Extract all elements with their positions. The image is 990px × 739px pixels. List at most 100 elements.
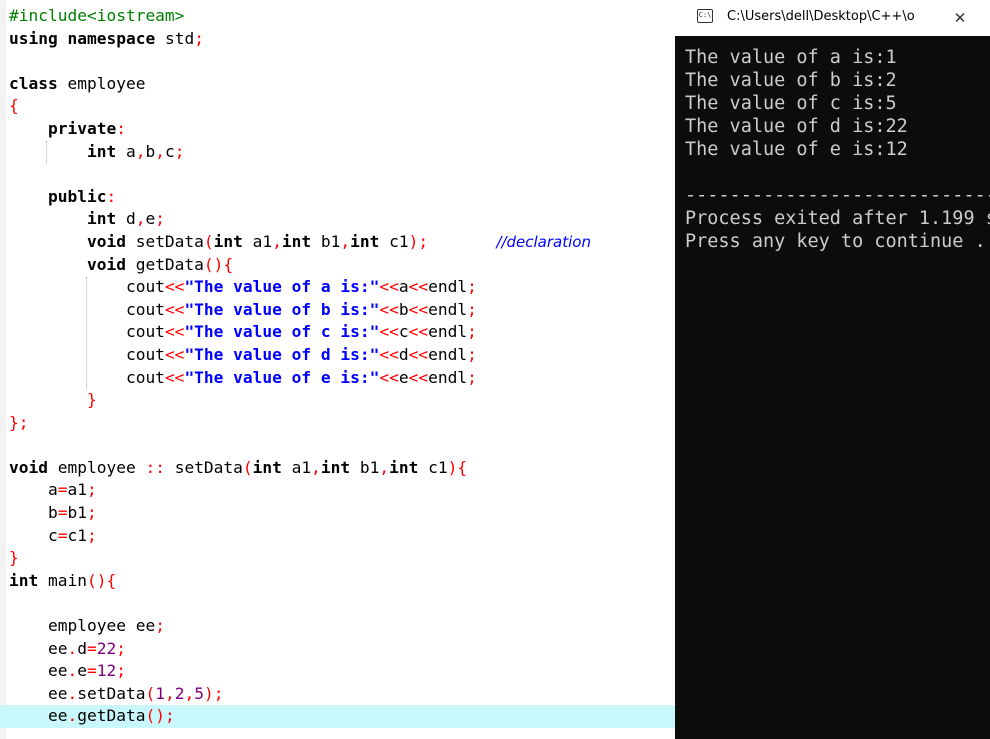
console-line: The value of c is:5: [685, 93, 897, 114]
code-line[interactable]: void employee :: setData(int a1,int b1,i…: [9, 457, 675, 480]
close-button[interactable]: ✕: [947, 5, 973, 31]
code-line[interactable]: c=c1;: [9, 525, 675, 548]
code-line[interactable]: [9, 592, 675, 615]
code-line[interactable]: a=a1;: [9, 479, 675, 502]
code-line[interactable]: [9, 163, 675, 186]
code-line[interactable]: cout<<"The value of d is:"<<d<<endl;: [9, 344, 675, 367]
code-token: .: [67, 706, 78, 726]
code-line[interactable]: private:: [9, 118, 675, 141]
code-token: a1: [242, 231, 273, 251]
code-line[interactable]: void getData(){: [9, 254, 675, 277]
code-line[interactable]: ee.getData();: [0, 705, 675, 728]
code-token: d: [77, 638, 87, 658]
code-line[interactable]: #include<iostream>: [9, 5, 675, 28]
code-token: int: [281, 231, 312, 251]
code-token: ,: [272, 231, 282, 251]
code-token: <<: [379, 277, 399, 297]
code-token: void: [86, 231, 126, 251]
code-token: ,: [155, 141, 165, 161]
code-token: setData: [164, 457, 243, 477]
code-line[interactable]: cout<<"The value of c is:"<<c<<endl;: [9, 321, 675, 344]
code-token: <<: [164, 322, 185, 342]
console-window[interactable]: C:\ C:\Users\dell\Desktop\C++\o ✕ The va…: [675, 0, 990, 739]
code-token: ee: [9, 706, 68, 726]
code-token: e: [398, 367, 409, 387]
code-token: c: [164, 141, 175, 161]
indent-guide: [46, 141, 47, 163]
code-token: int: [86, 209, 117, 229]
code-token: 12: [96, 661, 117, 681]
code-token: .: [67, 661, 78, 681]
code-token: void: [9, 457, 48, 477]
code-editor[interactable]: #include<iostream> using namespace std; c…: [0, 0, 675, 739]
code-line[interactable]: {: [9, 95, 675, 118]
code-line[interactable]: cout<<"The value of e is:"<<e<<endl;: [9, 367, 675, 390]
code-token: <<: [408, 344, 429, 364]
code-line[interactable]: employee ee;: [9, 615, 675, 638]
code-token: a1: [67, 480, 87, 500]
code-token: ,: [379, 457, 390, 477]
code-line[interactable]: public:: [9, 186, 675, 209]
code-line[interactable]: }: [9, 547, 675, 570]
console-line: The value of e is:12: [685, 139, 908, 160]
code-line[interactable]: [9, 434, 675, 457]
code-line[interactable]: cout<<"The value of b is:"<<b<<endl;: [9, 299, 675, 322]
code-token: <<: [164, 299, 185, 319]
code-line[interactable]: [9, 50, 675, 73]
code-line[interactable]: cout<<"The value of a is:"<<a<<endl;: [9, 276, 675, 299]
code-token: ;: [155, 209, 165, 229]
console-output: The value of a is:1 The value of b is:2 Th…: [685, 46, 990, 253]
console-titlebar[interactable]: C:\ C:\Users\dell\Desktop\C++\o ✕: [675, 0, 990, 36]
code-line[interactable]: using namespace std;: [9, 28, 675, 51]
code-line[interactable]: ee.setData(1,2,5);: [9, 683, 675, 706]
code-token: }: [86, 390, 97, 410]
indent-guide: [86, 277, 87, 389]
code-token: int: [86, 141, 117, 161]
code-token: b: [9, 503, 58, 523]
code-token: b1: [311, 231, 341, 251]
editor-gutter: [0, 0, 6, 739]
code-token: void: [86, 254, 126, 274]
code-token: int: [389, 457, 419, 477]
code-token: b1: [350, 457, 380, 477]
code-line[interactable]: };: [9, 412, 675, 435]
code-token: public: [47, 186, 107, 206]
code-line[interactable]: int d,e;: [9, 208, 675, 231]
code-token: endl: [428, 344, 468, 364]
code-token: endl: [428, 299, 468, 319]
code-token: "The value of d is:": [184, 344, 380, 364]
code-token: int: [350, 231, 380, 251]
code-token: c1: [379, 231, 409, 251]
code-line[interactable]: void setData(int a1,int b1,int c1); //de…: [9, 231, 675, 254]
code-lines: #include<iostream> using namespace std; c…: [0, 5, 675, 728]
code-line[interactable]: b=b1;: [9, 502, 675, 525]
code-token: b: [398, 299, 409, 319]
console-line: The value of a is:1: [685, 47, 897, 68]
code-token: =: [86, 638, 97, 658]
code-token: (){: [86, 570, 117, 590]
code-line[interactable]: int a,b,c;: [9, 141, 675, 164]
code-line[interactable]: ee.d=22;: [9, 638, 675, 661]
code-token: (: [242, 457, 253, 477]
code-line[interactable]: class employee: [9, 73, 675, 96]
code-token: <<: [408, 367, 429, 387]
code-line[interactable]: }: [9, 389, 675, 412]
code-token: std: [155, 28, 195, 48]
code-line[interactable]: ee.e=12;: [9, 660, 675, 683]
console-line: Press any key to continue . . .: [685, 231, 986, 252]
code-token: int: [9, 570, 39, 590]
code-token: <<: [164, 344, 185, 364]
code-token: ee: [9, 638, 68, 658]
code-line[interactable]: int main(){: [9, 570, 675, 593]
code-token: <<: [408, 277, 429, 297]
code-token: 5: [194, 683, 204, 703]
code-token: main: [38, 570, 87, 590]
code-token: }: [9, 548, 19, 568]
code-token: a: [398, 277, 409, 297]
console-line: The value of b is:2: [685, 70, 897, 91]
